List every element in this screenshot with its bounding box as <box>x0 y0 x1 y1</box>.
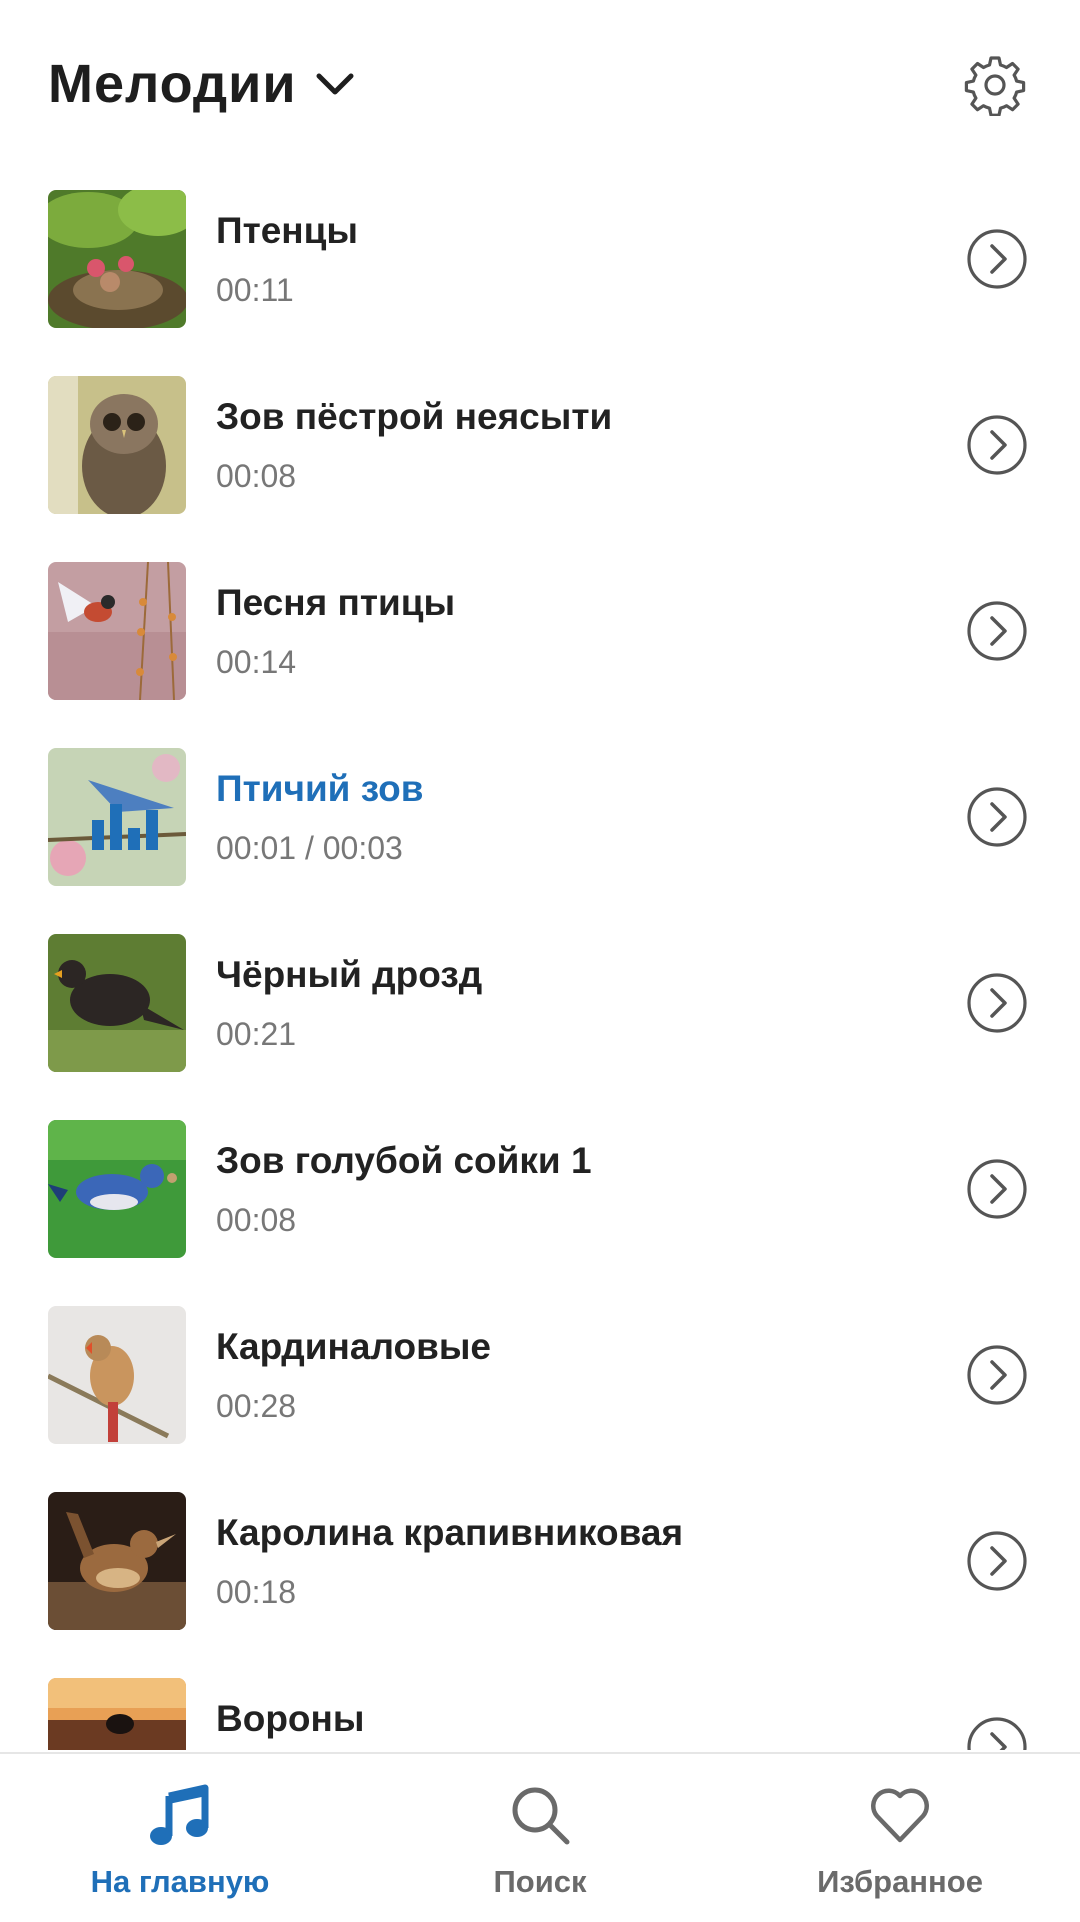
list-item[interactable]: Кардиналовые 00:28 <box>0 1306 1080 1492</box>
chevron-down-icon[interactable] <box>313 62 357 106</box>
list-item[interactable]: Вороны <box>0 1678 1080 1750</box>
item-duration: 00:08 <box>216 458 297 494</box>
thumbnail-blue-bird <box>48 748 186 886</box>
heart-icon[interactable] <box>867 1782 933 1848</box>
item-title: Каролина крапивниковая <box>216 1512 684 1553</box>
list-item[interactable]: Птенцы 00:11 <box>0 190 1080 376</box>
item-duration: 00:21 <box>216 1016 297 1052</box>
list-item-playing[interactable]: Птичий зов 00:01 / 00:03 <box>0 748 1080 934</box>
thumbnail-blackbird <box>48 934 186 1072</box>
ringtone-list: Птенцы 00:11 Зов пёстрой неясыти 00:08 П… <box>0 190 1080 1750</box>
music-note-icon[interactable] <box>147 1782 213 1848</box>
list-item[interactable]: Каролина крапивниковая 00:18 <box>0 1492 1080 1678</box>
item-duration: 00:08 <box>216 1202 297 1238</box>
item-title: Птичий зов <box>216 768 424 809</box>
list-item[interactable]: Песня птицы 00:14 <box>0 562 1080 748</box>
thumbnail-blue-jay <box>48 1120 186 1258</box>
nav-search-label: Поиск <box>493 1864 587 1899</box>
thumbnail-wren <box>48 1492 186 1630</box>
bottom-navigation: На главную Поиск Избранное <box>0 1752 1080 1922</box>
item-title: Кардиналовые <box>216 1326 491 1367</box>
list-item[interactable]: Чёрный дрозд 00:21 <box>0 934 1080 1120</box>
item-title: Птенцы <box>216 210 358 251</box>
page-title[interactable]: Мелодии <box>48 53 297 115</box>
chevron-right-circle-icon[interactable] <box>966 786 1028 848</box>
chevron-right-circle-icon[interactable] <box>966 1158 1028 1220</box>
category-selector[interactable]: Мелодии <box>48 48 357 120</box>
item-title: Песня птицы <box>216 582 456 623</box>
list-item[interactable]: Зов пёстрой неясыти 00:08 <box>0 376 1080 562</box>
chevron-right-circle-icon[interactable] <box>966 972 1028 1034</box>
nav-favorites[interactable]: Избранное <box>720 1754 1080 1922</box>
nav-home[interactable]: На главную <box>0 1754 360 1922</box>
chevron-right-circle-icon[interactable] <box>966 1716 1028 1750</box>
item-title: Зов пёстрой неясыти <box>216 396 613 437</box>
thumbnail-crow <box>48 1678 186 1750</box>
search-icon[interactable] <box>507 1782 573 1848</box>
nav-favorites-label: Избранное <box>817 1864 983 1899</box>
list-item[interactable]: Зов голубой сойки 1 00:08 <box>0 1120 1080 1306</box>
nav-home-label: На главную <box>90 1864 270 1899</box>
gear-icon[interactable] <box>964 54 1026 117</box>
item-duration: 00:01 / 00:03 <box>216 830 403 866</box>
thumbnail-bird-flight <box>48 562 186 700</box>
item-duration: 00:28 <box>216 1388 297 1424</box>
item-title: Зов голубой сойки 1 <box>216 1140 592 1181</box>
chevron-right-circle-icon[interactable] <box>966 228 1028 290</box>
item-duration: 00:18 <box>216 1574 297 1610</box>
chevron-right-circle-icon[interactable] <box>966 1530 1028 1592</box>
chevron-right-circle-icon[interactable] <box>966 600 1028 662</box>
chevron-right-circle-icon[interactable] <box>966 414 1028 476</box>
equalizer-icon <box>92 784 158 850</box>
item-duration: 00:11 <box>216 272 294 308</box>
app-header: Мелодии <box>0 0 1080 170</box>
item-title: Чёрный дрозд <box>216 954 483 995</box>
thumbnail-owl <box>48 376 186 514</box>
thumbnail-chicks <box>48 190 186 328</box>
item-title: Вороны <box>216 1698 365 1739</box>
thumbnail-cardinal <box>48 1306 186 1444</box>
nav-search[interactable]: Поиск <box>360 1754 720 1922</box>
item-duration: 00:14 <box>216 644 297 680</box>
chevron-right-circle-icon[interactable] <box>966 1344 1028 1406</box>
